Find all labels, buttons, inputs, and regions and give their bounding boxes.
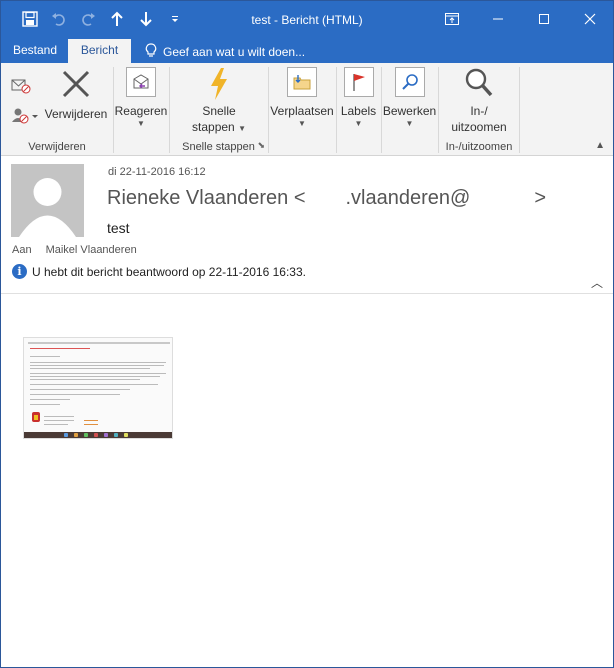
delete-x-icon — [60, 68, 92, 104]
ribbon-separator — [519, 67, 520, 153]
group-tags: Labels ▼ — [337, 63, 380, 155]
arrow-down-icon[interactable] — [131, 9, 160, 29]
junk-icon[interactable] — [11, 107, 39, 128]
ribbon-display-icon[interactable] — [429, 1, 475, 37]
zoom-button[interactable]: In-/ uitzoomen — [439, 67, 519, 135]
dialog-launcher-icon[interactable]: ⬊ — [257, 140, 265, 151]
info-bar[interactable]: i U hebt dit bericht beantwoord op 22-11… — [12, 264, 306, 279]
labels-button[interactable]: Labels ▼ — [337, 67, 380, 129]
ribbon-tabs: Bestand Bericht Geef aan wat u wilt doen… — [1, 39, 613, 64]
undo-icon[interactable] — [44, 9, 73, 29]
quick-steps-label-1: Snelle — [202, 104, 236, 118]
collapse-ribbon-icon[interactable]: ▲ — [595, 140, 605, 151]
sender-address-close: > — [534, 187, 547, 209]
message-date: di 22-11-2016 16:12 — [108, 166, 206, 178]
group-label-zoom: In-/uitzoomen — [445, 141, 513, 153]
close-icon[interactable] — [567, 1, 613, 37]
reply-envelope-icon — [126, 67, 156, 97]
quick-access-toolbar — [15, 9, 189, 29]
window-title: test - Bericht (HTML) — [251, 13, 363, 27]
minimize-icon[interactable] — [475, 1, 521, 37]
tab-bericht[interactable]: Bericht — [68, 39, 131, 64]
magnifier-icon — [464, 67, 494, 101]
tab-bestand[interactable]: Bestand — [1, 39, 69, 63]
group-label-delete: Verwijderen — [28, 141, 86, 153]
delete-button-label: Verwijderen — [44, 107, 108, 121]
lightning-icon — [208, 67, 230, 103]
tell-me-box[interactable]: Geef aan wat u wilt doen... — [145, 43, 305, 60]
zoom-label-1: In-/ — [470, 104, 488, 118]
window-controls — [429, 1, 613, 37]
labels-button-label: Labels — [340, 104, 377, 118]
recipients: Aan Maikel Vlaanderen — [12, 244, 137, 256]
save-icon[interactable] — [15, 9, 44, 29]
group-label-quick-steps: Snelle stappen — [182, 141, 255, 153]
search-icon — [394, 67, 425, 97]
maximize-icon[interactable] — [521, 1, 567, 37]
reply-button[interactable]: Reageren ▼ — [114, 67, 168, 129]
sender[interactable]: Rieneke Vlaanderen < .vlaanderen@ > — [107, 186, 546, 210]
sender-address-open: < — [293, 187, 306, 209]
embedded-screenshot-image[interactable] — [23, 337, 173, 439]
chevron-down-icon: ▼ — [354, 119, 363, 128]
title-bar: test - Bericht (HTML) — [1, 1, 613, 39]
info-icon: i — [12, 264, 27, 279]
info-text: U hebt dit bericht beantwoord op 22-11-2… — [32, 264, 306, 279]
group-zoom: In-/ uitzoomen In-/uitzoomen — [439, 63, 519, 155]
redacted-block — [470, 186, 535, 204]
chevron-down-icon: ▼ — [405, 119, 414, 128]
message-subject: test — [107, 220, 130, 236]
sender-address-mid: .vlaanderen@ — [345, 187, 471, 209]
customize-qat-icon[interactable] — [160, 9, 189, 29]
redacted-block — [305, 186, 346, 204]
redo-icon[interactable] — [73, 9, 102, 29]
group-editing: Bewerken ▼ — [382, 63, 437, 155]
ignore-icon[interactable] — [11, 77, 31, 98]
group-move: Verplaatsen ▼ — [269, 63, 335, 155]
tell-me-text: Geef aan wat u wilt doen... — [163, 44, 306, 59]
collapse-header-icon[interactable]: ︿ — [591, 274, 603, 291]
folder-move-icon — [287, 67, 317, 97]
move-button-label: Verplaatsen — [270, 104, 334, 118]
delete-button[interactable]: Verwijderen — [43, 68, 109, 122]
flag-icon — [343, 67, 374, 97]
group-delete: Verwijderen Verwijderen — [1, 63, 113, 155]
edit-button[interactable]: Bewerken ▼ — [382, 67, 437, 129]
quick-steps-label-2: stappen ▼ — [192, 120, 246, 134]
chevron-down-icon: ▼ — [137, 119, 145, 128]
to-label: Aan — [12, 244, 32, 256]
zoom-label-2: uitzoomen — [451, 120, 507, 134]
chevron-down-icon: ▼ — [298, 119, 306, 128]
lightbulb-icon — [145, 43, 157, 60]
outlook-message-window: test - Bericht (HTML) Bestand Bericht Ge… — [0, 0, 614, 668]
quick-steps-button[interactable]: Snelle stappen ▼ — [184, 67, 254, 135]
edit-button-label: Bewerken — [382, 104, 437, 118]
sender-name: Rieneke Vlaanderen — [107, 187, 289, 209]
person-placeholder-icon — [11, 164, 84, 237]
message-header: di 22-11-2016 16:12 Rieneke Vlaanderen <… — [1, 156, 613, 294]
ribbon: Verwijderen Verwijderen Reageren ▼ Snell… — [1, 63, 613, 156]
arrow-up-icon[interactable] — [102, 9, 131, 29]
message-body — [1, 295, 613, 667]
move-button[interactable]: Verplaatsen ▼ — [269, 67, 335, 129]
to-recipient[interactable]: Maikel Vlaanderen — [46, 244, 137, 256]
group-quick-steps: Snelle stappen ▼ Snelle stappen ⬊ — [170, 63, 267, 155]
group-respond: Reageren ▼ — [114, 63, 168, 155]
reply-button-label: Reageren — [114, 104, 168, 118]
